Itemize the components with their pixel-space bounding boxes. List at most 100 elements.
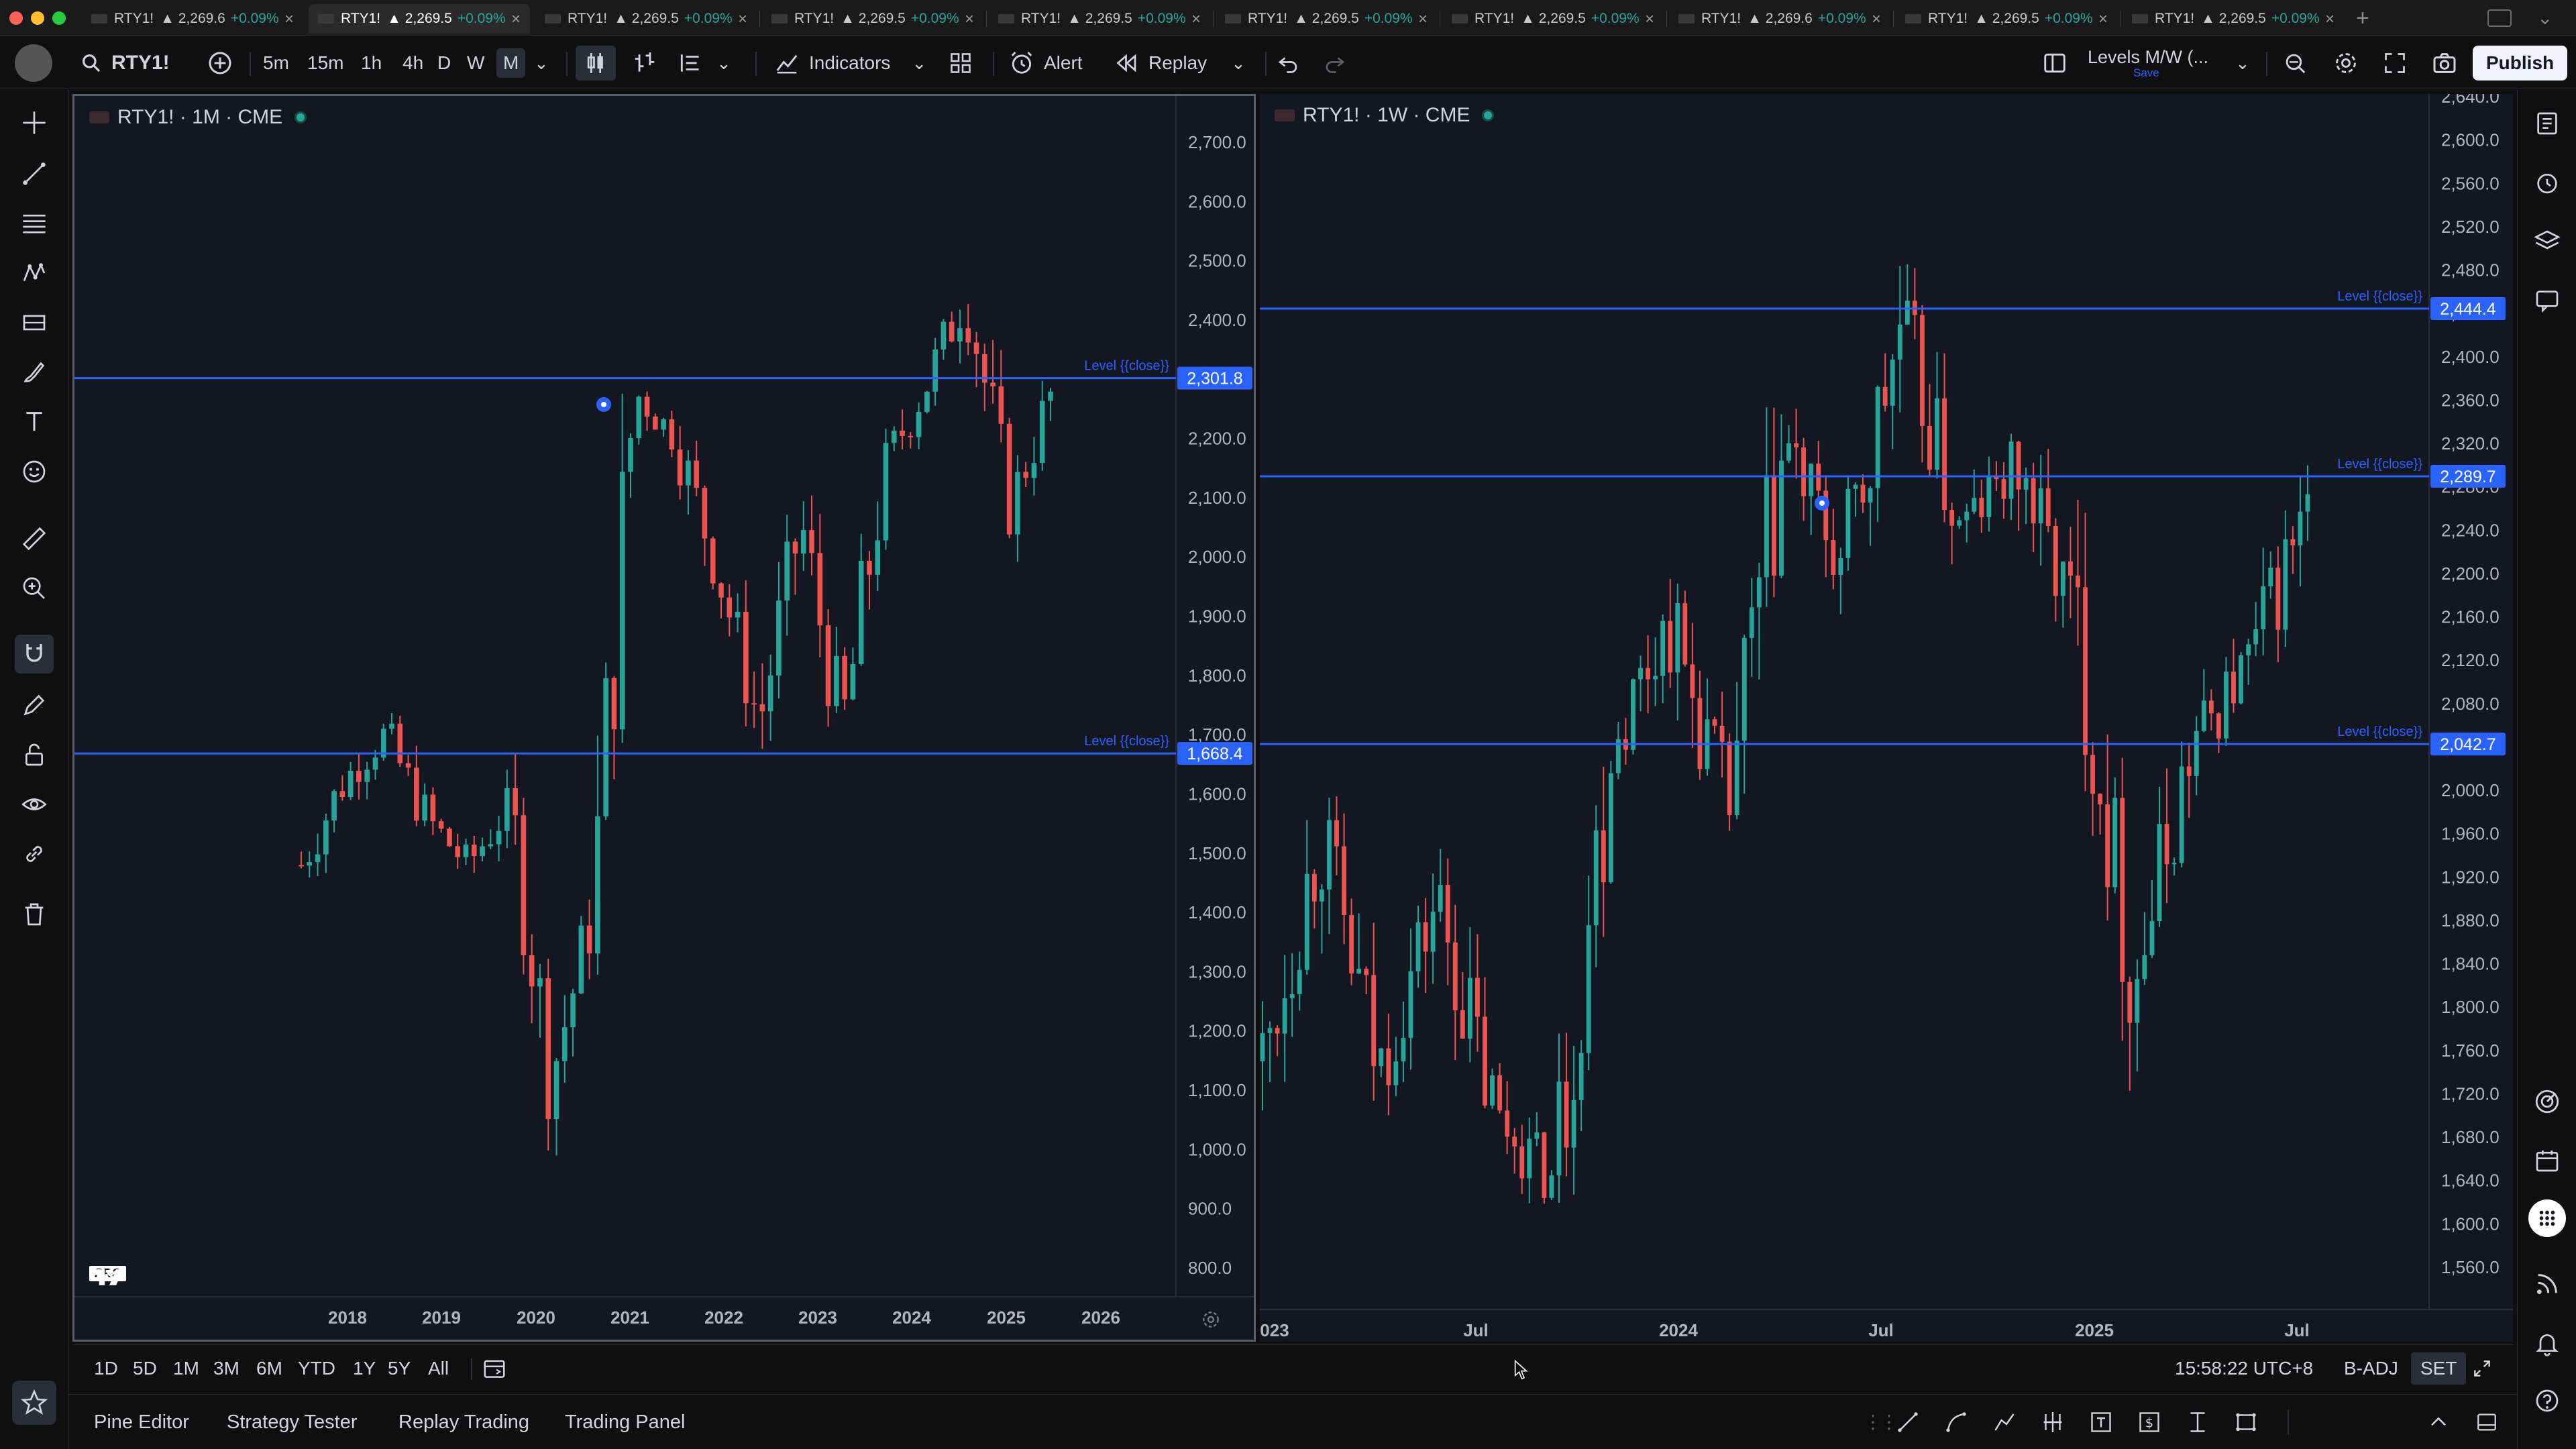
drag-handle-icon[interactable]: ⋮⋮: [1864, 1411, 1898, 1433]
panel-layout-button[interactable]: [2475, 1395, 2498, 1449]
zoom-tool[interactable]: [15, 569, 54, 608]
bar-style-button[interactable]: [632, 37, 657, 89]
chart-canvas-weekly[interactable]: 2,640.02,600.02,560.02,520.02,480.02,440…: [1260, 94, 2513, 1342]
interval-5m-button[interactable]: 5m: [263, 37, 289, 89]
new-tab-button[interactable]: +: [2356, 5, 2369, 32]
pattern-tool[interactable]: [15, 254, 54, 292]
browser-tab[interactable]: RTY1! ▲ 2,269.5 +0.09% ×: [989, 4, 1210, 34]
interval-dropdown[interactable]: ⌄: [534, 37, 549, 89]
symbol-search-button[interactable]: RTY1!: [80, 37, 170, 89]
chats-button[interactable]: [2528, 282, 2566, 319]
watchlist-button[interactable]: [2528, 105, 2566, 142]
close-tab-icon[interactable]: ×: [511, 10, 521, 29]
close-tab-icon[interactable]: ×: [284, 10, 294, 29]
browser-tab[interactable]: RTY1! ▲ 2,269.5 +0.09% ×: [1216, 4, 1437, 34]
close-tab-icon[interactable]: ×: [1191, 10, 1201, 29]
collapse-panel-button[interactable]: [2427, 1395, 2450, 1449]
panel-tab-strategy-tester[interactable]: Strategy Tester: [227, 1395, 358, 1449]
lock-drawings-tool[interactable]: [15, 735, 54, 774]
split-layout-button[interactable]: [2042, 37, 2068, 89]
maximize-window-button[interactable]: [52, 11, 66, 25]
interval-d-button[interactable]: D: [437, 37, 451, 89]
news-stream-button[interactable]: [2528, 1265, 2566, 1303]
quick-rect-tool[interactable]: [2234, 1395, 2258, 1449]
icon-tool[interactable]: [15, 452, 54, 491]
range-6m-button[interactable]: 6M: [256, 1345, 282, 1392]
range-all-button[interactable]: All: [428, 1345, 449, 1392]
range-ytd-button[interactable]: YTD: [298, 1345, 335, 1392]
range-5d-button[interactable]: 5D: [133, 1345, 157, 1392]
market-status-icon[interactable]: [1482, 109, 1495, 121]
close-tab-icon[interactable]: ×: [738, 10, 747, 29]
quick-range-tool[interactable]: [2186, 1395, 2210, 1449]
layouts-button[interactable]: [949, 37, 973, 89]
panel-tab-replay-trading[interactable]: Replay Trading: [398, 1395, 529, 1449]
notifications-button[interactable]: [2528, 1324, 2566, 1362]
forecast-tool[interactable]: [15, 303, 54, 342]
range-1y-button[interactable]: 1Y: [353, 1345, 376, 1392]
chart-legend[interactable]: RTY1! · 1M · CME: [89, 103, 307, 132]
quick-curve-tool[interactable]: [1944, 1395, 1968, 1449]
replay-button[interactable]: Replay ⌄: [1115, 37, 1246, 89]
publish-button[interactable]: Publish: [2473, 37, 2568, 89]
quick-path-tool[interactable]: [1992, 1395, 2017, 1449]
stay-in-drawing-tool[interactable]: [15, 686, 54, 724]
timezone-clock[interactable]: 15:58:22 UTC+8: [2175, 1345, 2313, 1392]
session-toggle[interactable]: SET: [2411, 1345, 2467, 1392]
magnet-tool[interactable]: [15, 635, 54, 674]
quick-price-tool[interactable]: $: [2137, 1395, 2161, 1449]
user-avatar[interactable]: [15, 37, 52, 89]
chart-style-dropdown[interactable]: ⌄: [678, 37, 731, 89]
minimize-window-button[interactable]: [31, 11, 44, 25]
trend-line-tool[interactable]: [15, 154, 54, 193]
range-5y-button[interactable]: 5Y: [388, 1345, 411, 1392]
range-1d-button[interactable]: 1D: [94, 1345, 118, 1392]
browser-tab[interactable]: RTY1! ▲ 2,269.5 +0.09% ×: [535, 4, 757, 34]
quick-pitchfork-tool[interactable]: [2041, 1395, 2065, 1449]
chart-pane-weekly[interactable]: 2,640.02,600.02,560.02,520.02,480.02,440…: [1260, 94, 2513, 1342]
indicators-button[interactable]: Indicators ⌄: [774, 37, 926, 89]
close-tab-icon[interactable]: ×: [965, 10, 974, 29]
interval-4h-button[interactable]: 4h: [402, 37, 423, 89]
help-button[interactable]: [2528, 1382, 2566, 1419]
collapse-icon[interactable]: ⌄: [2537, 7, 2553, 29]
market-status-icon[interactable]: [294, 111, 307, 123]
hide-drawings-tool[interactable]: [15, 785, 54, 824]
interval-w-button[interactable]: W: [467, 37, 484, 89]
snapshot-button[interactable]: [2431, 37, 2458, 89]
interval-1h-button[interactable]: 1h: [361, 37, 382, 89]
close-tab-icon[interactable]: ×: [2098, 10, 2108, 29]
range-1m-button[interactable]: 1M: [173, 1345, 199, 1392]
compare-symbol-button[interactable]: [207, 37, 233, 89]
interval-m-button[interactable]: M: [496, 37, 526, 89]
browser-tab[interactable]: RTY1! ▲ 2,269.5 +0.09% ×: [2123, 4, 2344, 34]
measure-tool[interactable]: [15, 519, 54, 558]
quick-search-button[interactable]: [2282, 37, 2308, 89]
sidebar-toggle-icon[interactable]: [2487, 9, 2512, 27]
calendar-button[interactable]: [2528, 1142, 2566, 1179]
crosshair-tool[interactable]: [15, 103, 54, 142]
chart-type-candles-button[interactable]: [576, 37, 616, 89]
close-tab-icon[interactable]: ×: [1872, 10, 1881, 29]
price-axis[interactable]: [2429, 94, 2513, 1342]
close-tab-icon[interactable]: ×: [1645, 10, 1654, 29]
close-tab-icon[interactable]: ×: [2325, 10, 2334, 29]
favorites-button[interactable]: [12, 1381, 56, 1425]
quick-line-tool[interactable]: [1896, 1395, 1920, 1449]
panel-tab-pine-editor[interactable]: Pine Editor: [94, 1395, 189, 1449]
chart-canvas-monthly[interactable]: 2,700.02,600.02,500.02,400.02,300.02,200…: [74, 96, 1254, 1340]
browser-tab[interactable]: RTY1! ▲ 2,269.6 +0.09% ×: [1669, 4, 1890, 34]
close-tab-icon[interactable]: ×: [1418, 10, 1428, 29]
quick-text-tool[interactable]: [2089, 1395, 2113, 1449]
alerts-button[interactable]: [2528, 164, 2566, 201]
redo-button[interactable]: [1323, 37, 1347, 89]
chart-legend[interactable]: RTY1! · 1W · CME: [1275, 101, 1495, 130]
layout-name-button[interactable]: Levels M/W (... Save: [2088, 37, 2208, 89]
fib-tool[interactable]: [15, 204, 54, 243]
settings-button[interactable]: [2333, 37, 2359, 89]
sync-drawings-tool[interactable]: [15, 835, 54, 873]
apps-button[interactable]: [2528, 1199, 2566, 1237]
browser-tab[interactable]: RTY1! ▲ 2,269.5 +0.09% ×: [762, 4, 983, 34]
remove-drawings-tool[interactable]: [15, 895, 54, 934]
fullscreen-button[interactable]: [2383, 37, 2407, 89]
